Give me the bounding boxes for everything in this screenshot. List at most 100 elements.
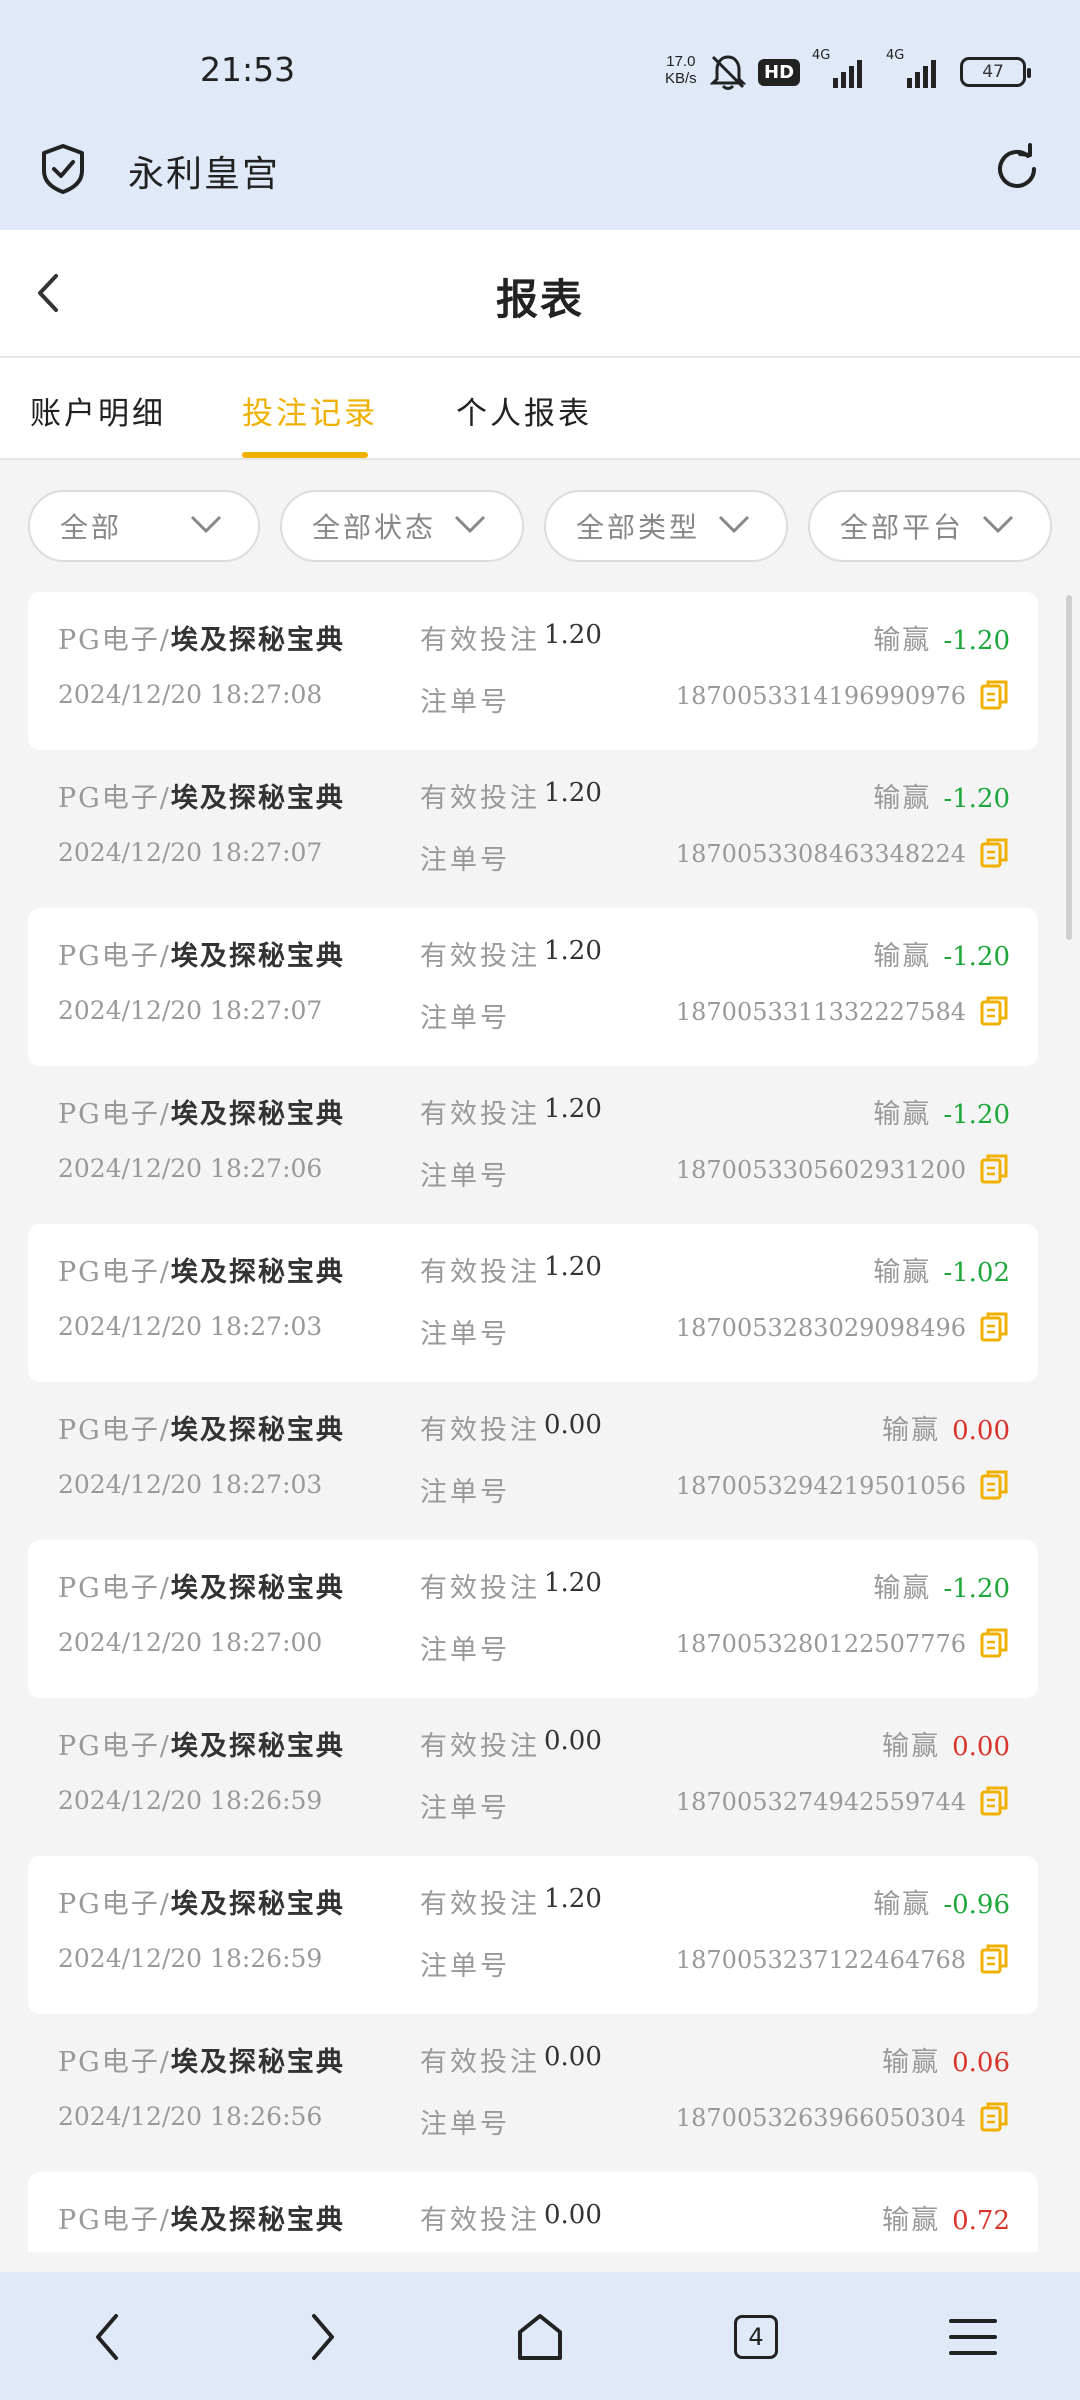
win-loss-label: 输赢 [882, 1415, 941, 1446]
bet-record-card[interactable]: PG电子/埃及探秘宝典 2024/12/20 18:26:56 有效投注 0.00 注单… [28, 2014, 1038, 2172]
copy-icon[interactable] [980, 838, 1008, 868]
filter-status[interactable]: 全部状态 [280, 490, 524, 562]
browser-bottom-nav: 4 [0, 2272, 1080, 2400]
game-title: 埃及探秘宝典 [170, 941, 345, 972]
filter-bar: 全部 全部状态 全部类型 全部平台 [0, 460, 1080, 580]
bet-record-card[interactable]: PG电子/埃及探秘宝典 2024/12/20 18:26:59 有效投注 1.20 注单… [28, 1856, 1038, 2014]
bet-time: 2024/12/20 18:26:59 [58, 1786, 323, 1815]
filter-label: 全部类型 [576, 511, 701, 544]
valid-bet-value: 1.20 [544, 778, 602, 808]
menu-icon [949, 2319, 997, 2355]
bet-record-card[interactable]: PG电子/埃及探秘宝典 2024/12/20 18:27:08 有效投注 1.20 注单… [28, 592, 1038, 750]
battery-level: 47 [982, 62, 1004, 82]
game-title: 埃及探秘宝典 [170, 625, 345, 656]
tab-bet-records[interactable]: 投注记录 [242, 388, 378, 433]
win-loss: 输赢 -1.20 [873, 1566, 1010, 1605]
copy-icon[interactable] [980, 1628, 1008, 1658]
game-name: PG电子/埃及探秘宝典 [58, 2040, 345, 2079]
bet-record-card[interactable]: PG电子/埃及探秘宝典 2024/12/20 18:27:00 有效投注 1.20 注单… [28, 1540, 1038, 1698]
bet-record-card[interactable]: PG电子/埃及探秘宝典 2024/12/20 18:27:03 有效投注 1.20 注单… [28, 1224, 1038, 1382]
tab-account-details[interactable]: 账户明细 [30, 388, 166, 433]
nav-forward-button[interactable] [288, 2302, 358, 2372]
nav-back-button[interactable] [72, 2302, 142, 2372]
bet-record-card[interactable]: PG电子/埃及探秘宝典 2024/12/20 18:27:07 有效投注 1.20 注单… [28, 750, 1038, 908]
win-loss: 输赢 -1.20 [873, 618, 1010, 657]
win-loss-label: 输赢 [873, 1257, 932, 1288]
platform-name: PG电子/ [58, 1257, 171, 1288]
copy-icon[interactable] [980, 1154, 1008, 1184]
valid-bet-value: 1.20 [544, 1568, 602, 1598]
page-title: 报表 [495, 275, 584, 324]
bet-time: 2024/12/20 18:27:03 [58, 1312, 323, 1341]
chevron-down-icon [454, 515, 486, 534]
chevron-left-icon [96, 2314, 118, 2360]
valid-bet-label: 有效投注 [420, 1573, 540, 1604]
game-name: PG电子/埃及探秘宝典 [58, 1724, 345, 1763]
bet-record-card[interactable]: PG电子/埃及探秘宝典 2024/12/20 18:27:03 有效投注 0.00 注单… [28, 1382, 1038, 1540]
win-loss-value: -1.20 [943, 1100, 1010, 1130]
chevron-right-icon [312, 2314, 334, 2360]
order-number: 1870053237122464768 [675, 1946, 966, 1974]
valid-bet-label: 有效投注 [420, 783, 540, 814]
net-speed-value: 17.0 [666, 53, 696, 70]
win-loss-label: 输赢 [882, 2205, 941, 2236]
bet-time: 2024/12/20 18:26:56 [58, 2102, 323, 2131]
platform-name: PG电子/ [58, 1573, 171, 1604]
game-title: 埃及探秘宝典 [170, 1415, 345, 1446]
win-loss-value: 0.06 [952, 2048, 1010, 2078]
bet-record-list[interactable]: PG电子/埃及探秘宝典 2024/12/20 18:27:08 有效投注 1.20 注单… [0, 592, 1080, 2252]
order-number: 1870053280122507776 [675, 1630, 966, 1658]
filter-type[interactable]: 全部类型 [544, 490, 788, 562]
bet-record-card[interactable]: PG电子/埃及探秘宝典 2024/12/20 18:27:06 有效投注 1.20 注单… [28, 1066, 1038, 1224]
signal-label: 4G [812, 48, 831, 63]
order-no-label: 注单号 [420, 687, 510, 718]
nav-menu-button[interactable] [938, 2302, 1008, 2372]
filter-platform[interactable]: 全部平台 [808, 490, 1052, 562]
copy-icon[interactable] [980, 1470, 1008, 1500]
game-name: PG电子/埃及探秘宝典 [58, 1092, 345, 1131]
order-no-label: 注单号 [420, 1161, 510, 1192]
order-no-label: 注单号 [420, 1951, 510, 1982]
order-no-label: 注单号 [420, 2109, 510, 2140]
order-no-label: 注单号 [420, 1477, 510, 1508]
win-loss-label: 输赢 [873, 1099, 932, 1130]
valid-bet-label: 有效投注 [420, 2047, 540, 2078]
filter-all[interactable]: 全部 [28, 490, 260, 562]
valid-bet-label: 有效投注 [420, 2205, 540, 2236]
tab-personal-report[interactable]: 个人报表 [456, 388, 592, 433]
copy-icon[interactable] [980, 1944, 1008, 1974]
win-loss-value: -1.20 [943, 784, 1010, 814]
refresh-icon[interactable] [990, 142, 1044, 196]
nav-home-button[interactable] [505, 2302, 575, 2372]
copy-icon[interactable] [980, 1786, 1008, 1816]
filter-label: 全部 [60, 511, 123, 544]
page-header: 报表 [0, 230, 1080, 358]
win-loss-label: 输赢 [873, 783, 932, 814]
win-loss-label: 输赢 [873, 941, 932, 972]
copy-icon[interactable] [980, 1312, 1008, 1342]
platform-name: PG电子/ [58, 1415, 171, 1446]
scrollbar[interactable] [1066, 595, 1072, 940]
status-icons: HD 4G 4G 47 [710, 48, 1032, 94]
bet-time: 2024/12/20 18:26:59 [58, 1944, 323, 1973]
valid-bet-value: 0.00 [544, 1726, 602, 1756]
game-title: 埃及探秘宝典 [170, 1889, 345, 1920]
copy-icon[interactable] [980, 680, 1008, 710]
bet-record-card[interactable]: PG电子/埃及探秘宝典 2024/12/20 18:27:07 有效投注 1.20 注单… [28, 908, 1038, 1066]
shield-check-icon[interactable] [40, 143, 86, 195]
win-loss: 输赢 0.00 [882, 1408, 1010, 1447]
bet-record-card[interactable]: PG电子/埃及探秘宝典有效投注0.00注单号输赢0.72 [28, 2172, 1038, 2252]
nav-tabs-button[interactable]: 4 [721, 2302, 791, 2372]
game-name: PG电子/埃及探秘宝典 [58, 1566, 345, 1605]
copy-icon[interactable] [980, 2102, 1008, 2132]
bet-time: 2024/12/20 18:27:08 [58, 680, 323, 709]
copy-icon[interactable] [980, 996, 1008, 1026]
bet-record-card[interactable]: PG电子/埃及探秘宝典 2024/12/20 18:26:59 有效投注 0.00 注单… [28, 1698, 1038, 1856]
platform-name: PG电子/ [58, 941, 171, 972]
order-number: 1870053308463348224 [675, 840, 966, 868]
valid-bet-value: 1.20 [544, 1884, 602, 1914]
valid-bet-label: 有效投注 [420, 1889, 540, 1920]
win-loss-value: 0.00 [952, 1416, 1010, 1446]
win-loss-label: 输赢 [882, 2047, 941, 2078]
win-loss: 输赢 -1.20 [873, 776, 1010, 815]
